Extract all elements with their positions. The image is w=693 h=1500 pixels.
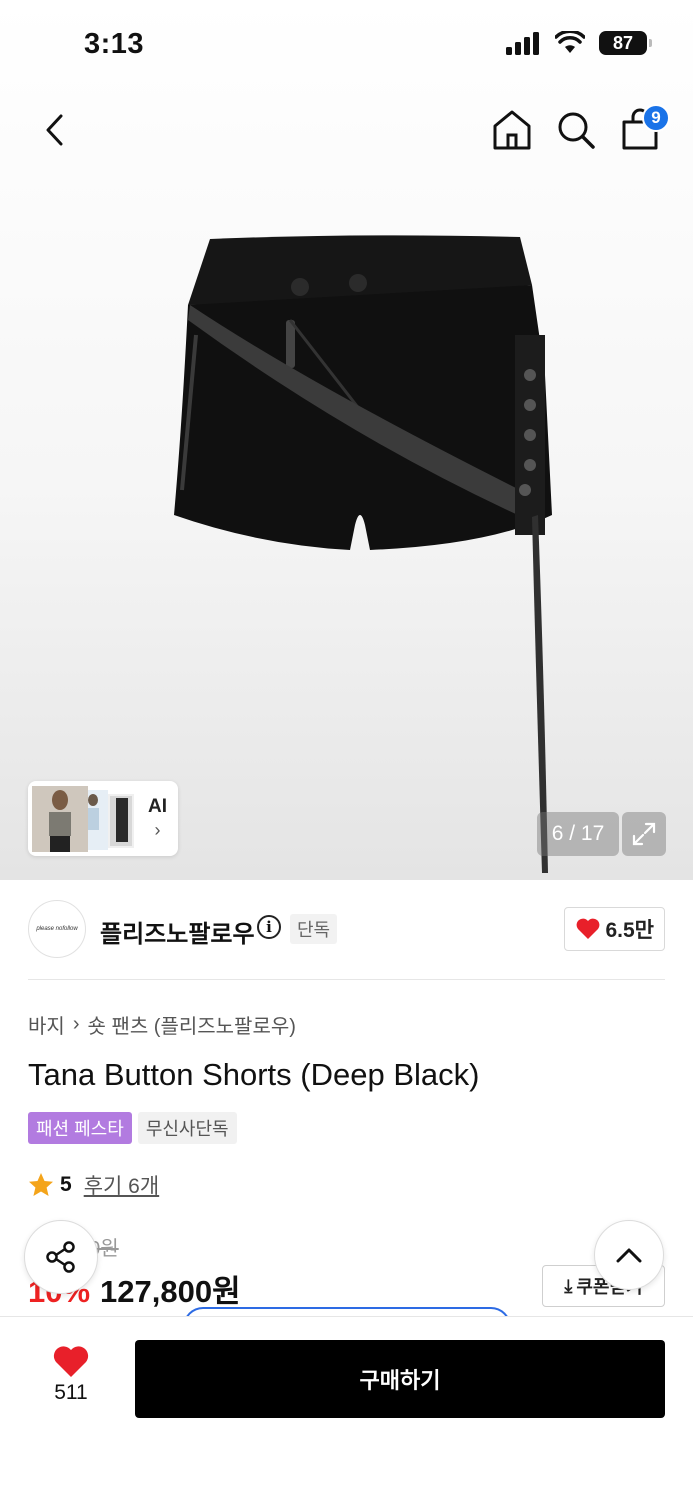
ai-styling-label: AI ›: [148, 796, 167, 840]
search-button[interactable]: [555, 108, 597, 152]
search-icon: [558, 112, 595, 149]
wishlist-button[interactable]: 511: [40, 1345, 102, 1415]
star-icon: [29, 1173, 53, 1196]
info-icon[interactable]: i: [257, 915, 281, 939]
expand-icon: [632, 822, 656, 846]
product-image-gallery[interactable]: 3:13 87 9 AI › 6 / 17: [0, 0, 693, 880]
product-tags: 패션 페스타 무신사단독: [28, 1112, 237, 1144]
breadcrumb-category[interactable]: 바지: [28, 1010, 65, 1039]
musinsa-exclusive-tag: 무신사단독: [137, 1112, 237, 1144]
status-time: 3:13: [84, 28, 145, 60]
buy-button[interactable]: 구매하기: [135, 1340, 665, 1418]
brand-row: please nofollow 플리즈노팔로우 i 단독 6.5만: [28, 880, 665, 980]
breadcrumb-subcategory[interactable]: 숏 팬츠 (플리즈노팔로우): [87, 1010, 295, 1039]
battery-indicator: 87: [599, 31, 652, 55]
status-icons: 87: [505, 31, 652, 55]
heart-icon: [577, 918, 600, 939]
heart-icon: [53, 1346, 89, 1377]
home-icon: [493, 110, 531, 150]
image-counter: 6 / 17: [537, 812, 619, 856]
wifi-icon: [555, 31, 585, 53]
brand-like-button[interactable]: 6.5만: [564, 907, 665, 951]
brand-logo[interactable]: please nofollow: [28, 900, 86, 958]
product-title: Tana Button Shorts (Deep Black): [28, 1057, 480, 1092]
brand-like-count: 6.5만: [605, 919, 654, 942]
back-button[interactable]: [34, 108, 74, 152]
rating-row: 5 후기 6개: [28, 1170, 159, 1200]
chevron-up-icon: [616, 1248, 642, 1263]
product-photo: [174, 235, 552, 873]
exclusive-tag: 단독: [290, 914, 338, 944]
chevron-right-icon: ›: [72, 1013, 80, 1035]
brand-name[interactable]: 플리즈노팔로우: [100, 914, 255, 949]
bottom-action-bar: 511 구매하기: [0, 1317, 693, 1500]
fashion-festa-tag: 패션 페스타: [28, 1112, 132, 1144]
sale-price: 127,800원: [100, 1274, 241, 1309]
scroll-to-top-button[interactable]: [594, 1220, 664, 1290]
wishlist-count: 511: [54, 1381, 88, 1404]
cart-button[interactable]: 9: [619, 104, 670, 152]
share-button[interactable]: [24, 1220, 98, 1294]
ai-styling-thumbnails: [32, 785, 134, 852]
status-bar: 3:13 87: [0, 0, 693, 90]
expand-image-button[interactable]: [622, 812, 666, 856]
breadcrumb: 바지 › 숏 팬츠 (플리즈노팔로우): [28, 1010, 296, 1039]
home-button[interactable]: [491, 108, 533, 152]
chevron-right-icon: ›: [154, 820, 161, 840]
cart-count-badge: 9: [642, 104, 670, 132]
chevron-left-icon: [46, 114, 63, 146]
share-icon: [46, 1241, 75, 1273]
signal-icon: [506, 32, 539, 55]
rating-score: 5: [60, 1173, 72, 1196]
download-icon: ⤓: [564, 1275, 573, 1296]
reviews-link[interactable]: 후기 6개: [84, 1170, 159, 1200]
ai-styling-card[interactable]: AI ›: [28, 781, 178, 856]
